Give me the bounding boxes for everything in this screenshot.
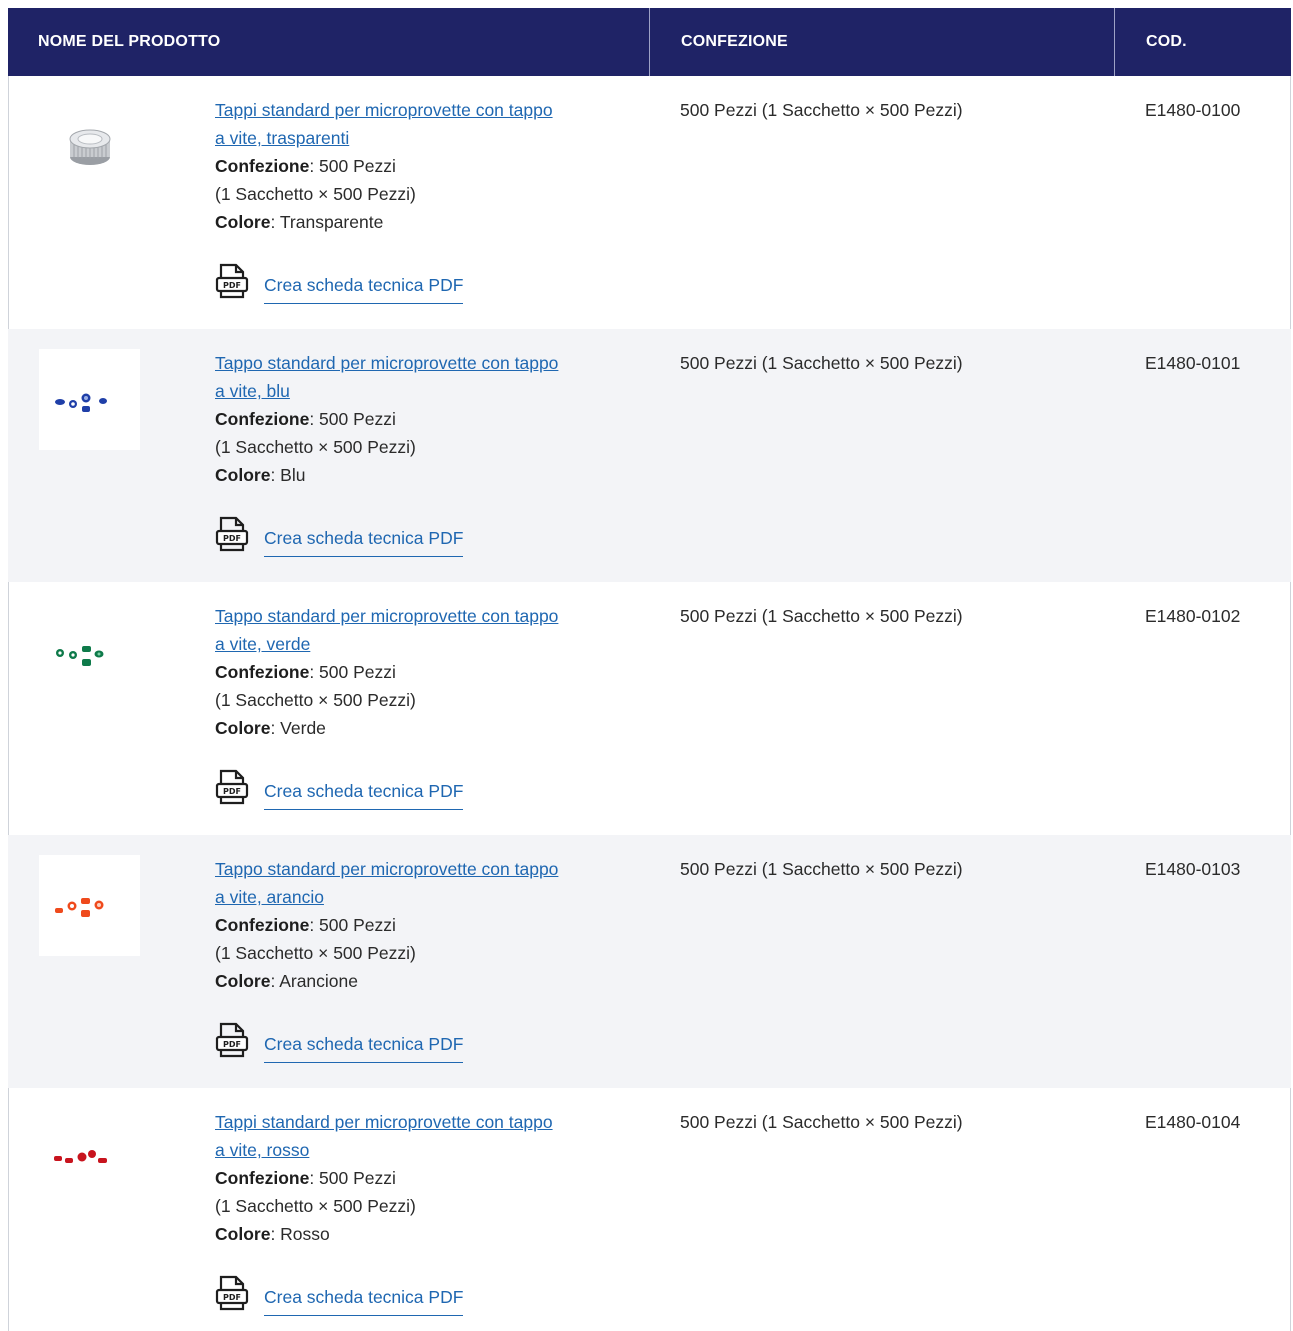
product-name-line: a vite, verde [215, 634, 311, 654]
create-pdf-link[interactable]: Crea scheda tecnica PDF [264, 1031, 464, 1063]
pdf-icon[interactable]: PDF [215, 1274, 249, 1312]
blue-caps-image [54, 393, 107, 412]
table-row: Tappo standard per microprovette con tap… [8, 835, 1291, 1088]
package-label: Confezione [215, 915, 310, 935]
product-code: E1480-0103 [1145, 859, 1241, 879]
product-name-link[interactable]: Tappo standard per microprovette con tap… [215, 855, 635, 911]
product-thumbnail[interactable] [39, 1108, 140, 1209]
pdf-icon[interactable]: PDF [215, 1021, 249, 1059]
product-thumbnail[interactable] [39, 349, 140, 450]
package-label: Confezione [215, 1168, 310, 1188]
package-detail: (1 Sacchetto × 500 Pezzi) [215, 1196, 416, 1216]
product-name-link[interactable]: Tappo standard per microprovette con tap… [215, 602, 635, 658]
product-name-line: Tappi standard per microprovette con tap… [215, 1112, 553, 1132]
create-pdf-link[interactable]: Crea scheda tecnica PDF [264, 1284, 464, 1316]
pdf-icon[interactable]: PDF [215, 515, 249, 553]
table-header: NOME DEL PRODOTTO CONFEZIONE COD. [8, 8, 1291, 76]
green-caps-image [55, 645, 103, 666]
create-pdf-link[interactable]: Crea scheda tecnica PDF [264, 525, 464, 557]
pdf-icon[interactable]: PDF [215, 768, 249, 806]
create-pdf-link[interactable]: Crea scheda tecnica PDF [264, 778, 464, 810]
product-name-line: Tappo standard per microprovette con tap… [215, 606, 559, 626]
product-code: E1480-0104 [1145, 1112, 1241, 1132]
color-value: Transparente [279, 212, 384, 232]
color-label: Colore [215, 718, 271, 738]
svg-text:PDF: PDF [223, 1293, 241, 1302]
color-value: Verde [280, 718, 326, 738]
package-value: 500 Pezzi [319, 662, 396, 682]
table-row: Tappi standard per microprovette con tap… [8, 1088, 1291, 1331]
package-info: Confezione: 500 Pezzi (1 Sacchetto × 500… [215, 156, 416, 232]
package-label: Confezione [215, 662, 310, 682]
product-code: E1480-0100 [1145, 100, 1241, 120]
package-cell: 500 Pezzi (1 Sacchetto × 500 Pezzi) [680, 859, 963, 879]
package-info: Confezione: 500 Pezzi (1 Sacchetto × 500… [215, 662, 416, 738]
product-name-line: a vite, blu [215, 381, 290, 401]
table-row: Tappi standard per microprovette con tap… [8, 76, 1291, 329]
product-name-link[interactable]: Tappi standard per microprovette con tap… [215, 1108, 635, 1164]
product-thumbnail[interactable] [39, 602, 140, 703]
product-name-line: Tappi standard per microprovette con tap… [215, 100, 553, 120]
package-value: 500 Pezzi [319, 156, 396, 176]
product-thumbnail[interactable] [39, 855, 140, 956]
package-detail: (1 Sacchetto × 500 Pezzi) [215, 943, 416, 963]
color-value: Arancione [279, 971, 359, 991]
product-code: E1480-0101 [1145, 353, 1241, 373]
pdf-icon[interactable]: PDF [215, 262, 249, 300]
color-value: Blu [280, 465, 306, 485]
package-cell: 500 Pezzi (1 Sacchetto × 500 Pezzi) [680, 100, 963, 120]
product-name-link[interactable]: Tappo standard per microprovette con tap… [215, 349, 635, 405]
column-divider [649, 8, 650, 76]
package-value: 500 Pezzi [319, 409, 396, 429]
product-name-link[interactable]: Tappi standard per microprovette con tap… [215, 96, 635, 152]
orange-caps-image [54, 897, 103, 917]
product-name-line: a vite, rosso [215, 1140, 310, 1160]
column-header-name: NOME DEL PRODOTTO [38, 33, 221, 50]
svg-text:PDF: PDF [223, 534, 241, 543]
column-header-code: COD. [1146, 33, 1187, 50]
package-label: Confezione [215, 156, 310, 176]
product-name-line: Tappo standard per microprovette con tap… [215, 353, 559, 373]
table-row: Tappo standard per microprovette con tap… [8, 582, 1291, 835]
product-thumbnail[interactable] [39, 96, 140, 197]
svg-text:PDF: PDF [223, 1040, 241, 1049]
product-code: E1480-0102 [1145, 606, 1241, 626]
package-info: Confezione: 500 Pezzi (1 Sacchetto × 500… [215, 409, 416, 485]
package-cell: 500 Pezzi (1 Sacchetto × 500 Pezzi) [680, 606, 963, 626]
package-value: 500 Pezzi [319, 915, 396, 935]
product-name-line: a vite, arancio [215, 887, 324, 907]
package-info: Confezione: 500 Pezzi (1 Sacchetto × 500… [215, 915, 416, 991]
color-label: Colore [215, 212, 271, 232]
color-label: Colore [215, 465, 271, 485]
package-info: Confezione: 500 Pezzi (1 Sacchetto × 500… [215, 1168, 416, 1244]
create-pdf-link[interactable]: Crea scheda tecnica PDF [264, 272, 464, 304]
clear-cap-image [69, 129, 110, 165]
package-value: 500 Pezzi [319, 1168, 396, 1188]
svg-text:PDF: PDF [223, 281, 241, 290]
package-detail: (1 Sacchetto × 500 Pezzi) [215, 184, 416, 204]
package-detail: (1 Sacchetto × 500 Pezzi) [215, 437, 416, 457]
column-divider [1114, 8, 1115, 76]
product-name-line: Tappo standard per microprovette con tap… [215, 859, 559, 879]
package-label: Confezione [215, 409, 310, 429]
table-row: Tappo standard per microprovette con tap… [8, 329, 1291, 582]
color-label: Colore [215, 971, 271, 991]
color-value: Rosso [280, 1224, 330, 1244]
column-header-package: CONFEZIONE [681, 33, 788, 50]
svg-text:PDF: PDF [223, 787, 241, 796]
red-caps-image [53, 1149, 107, 1163]
package-cell: 500 Pezzi (1 Sacchetto × 500 Pezzi) [680, 1112, 963, 1132]
package-cell: 500 Pezzi (1 Sacchetto × 500 Pezzi) [680, 353, 963, 373]
product-name-line: a vite, trasparenti [215, 128, 350, 148]
package-detail: (1 Sacchetto × 500 Pezzi) [215, 690, 416, 710]
color-label: Colore [215, 1224, 271, 1244]
